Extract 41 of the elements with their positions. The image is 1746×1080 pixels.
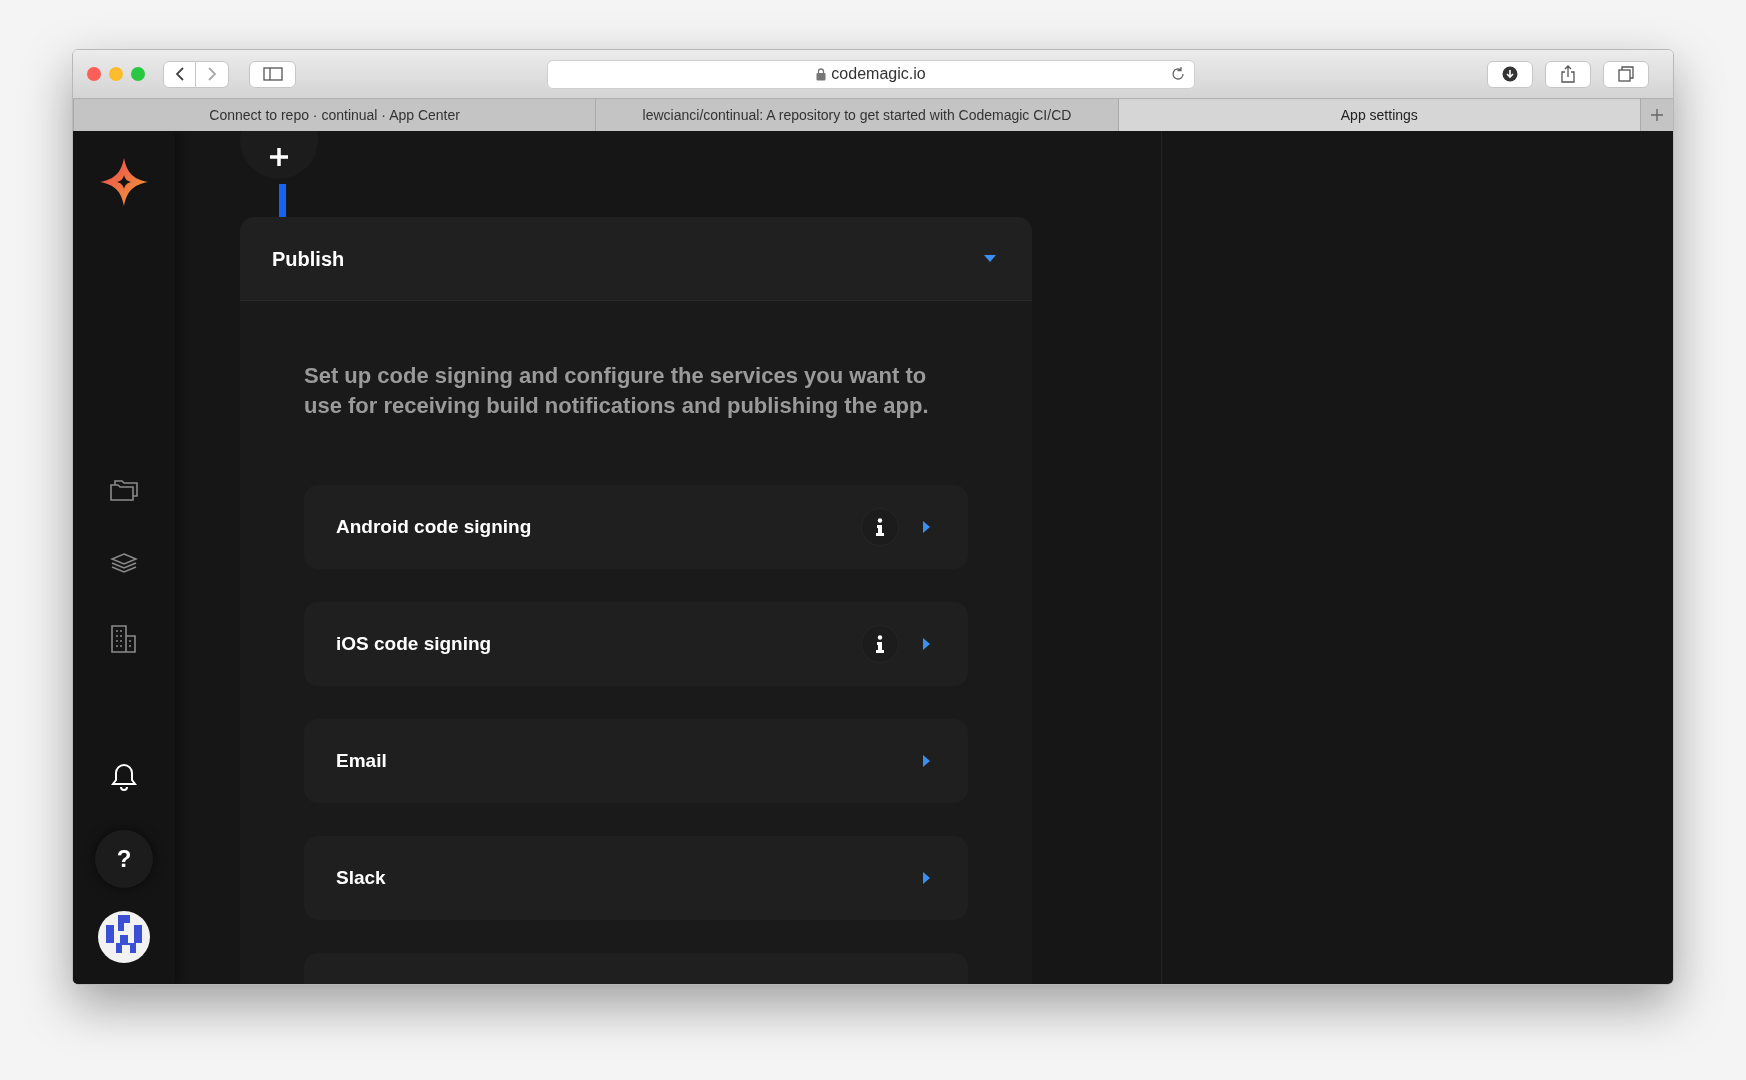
layers-icon[interactable] [110,552,138,574]
sidebar-icon [262,67,283,81]
url-text: codemagic.io [831,64,926,84]
tabs-button[interactable] [1603,60,1649,88]
help-button[interactable]: ? [95,830,153,888]
reload-icon[interactable] [1170,66,1186,82]
downloads-button[interactable] [1487,60,1533,88]
panel-header[interactable]: Publish [240,217,1032,301]
chevron-icon[interactable] [923,872,930,884]
row-label: Slack [336,865,386,890]
browser-tab[interactable]: App settings [1117,99,1640,131]
share-icon [1561,65,1575,83]
settings-row[interactable]: Android code signing [304,485,968,569]
forward-icon [207,66,217,82]
row-label: iOS code signing [336,631,492,656]
panel-title: Publish [272,246,345,272]
share-button[interactable] [1545,60,1591,88]
settings-row[interactable]: Email [304,719,968,803]
avatar[interactable] [98,911,150,963]
settings-row[interactable]: Slack [304,836,968,920]
chevron-icon[interactable] [923,638,930,650]
tabs-icon [1618,66,1634,82]
download-icon [1502,66,1518,82]
description-text: Set up code signing and configure the services you want to use for receiving build notifications and publishing the app. [304,362,930,420]
plus-icon [1650,108,1664,122]
row-label: Android code signing [336,514,532,539]
chevron-icon[interactable] [923,521,930,533]
bell-icon[interactable] [110,762,138,792]
chevron-icon[interactable] [923,755,930,767]
row-label: Email [336,748,387,773]
back-button[interactable] [163,60,196,88]
info-icon[interactable] [861,625,899,663]
sidebar-button[interactable] [249,60,296,88]
settings-row[interactable]: iOS code signing [304,602,968,686]
plus-icon [269,147,289,167]
caret-icon[interactable] [984,254,996,263]
building-icon[interactable] [110,624,138,654]
lock-icon [816,67,827,81]
address-bar[interactable]: codemagic.io [547,59,1195,89]
back-icon [174,66,185,82]
info-icon[interactable] [861,508,899,546]
